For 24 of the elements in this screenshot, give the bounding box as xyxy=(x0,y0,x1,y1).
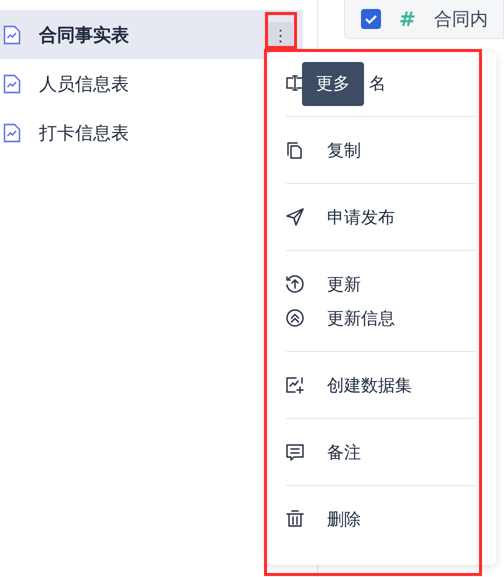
menu-item[interactable]: 更新信息 xyxy=(266,301,496,335)
chart-file-icon xyxy=(3,74,21,94)
trash-icon xyxy=(285,509,305,529)
tooltip: 更多 xyxy=(302,62,364,106)
field-name: 合同内 xyxy=(434,8,488,31)
more-button[interactable]: ⋮ xyxy=(268,22,293,48)
send-icon xyxy=(285,207,305,227)
comment-icon xyxy=(285,442,305,462)
rename-icon xyxy=(285,73,305,93)
double-chevron-up-icon xyxy=(285,308,305,328)
sidebar-item[interactable]: 人员信息表 xyxy=(0,59,303,108)
type-symbol: # xyxy=(399,7,416,31)
chart-add-icon xyxy=(285,375,305,395)
refresh-up-icon xyxy=(285,274,305,294)
copy-icon xyxy=(285,140,305,160)
chart-file-icon xyxy=(3,24,21,44)
menu-item[interactable]: 创建数据集 xyxy=(266,368,496,402)
sidebar-item[interactable]: 合同事实表 ⋮ xyxy=(0,10,303,59)
chart-file-icon xyxy=(3,122,21,142)
menu-item[interactable]: 申请发布 xyxy=(266,200,496,234)
menu-item[interactable]: 备注 xyxy=(266,435,496,469)
checkbox[interactable] xyxy=(361,9,381,29)
menu-item[interactable]: 更新 xyxy=(266,267,496,301)
menu-item[interactable]: 删除 xyxy=(266,502,496,536)
